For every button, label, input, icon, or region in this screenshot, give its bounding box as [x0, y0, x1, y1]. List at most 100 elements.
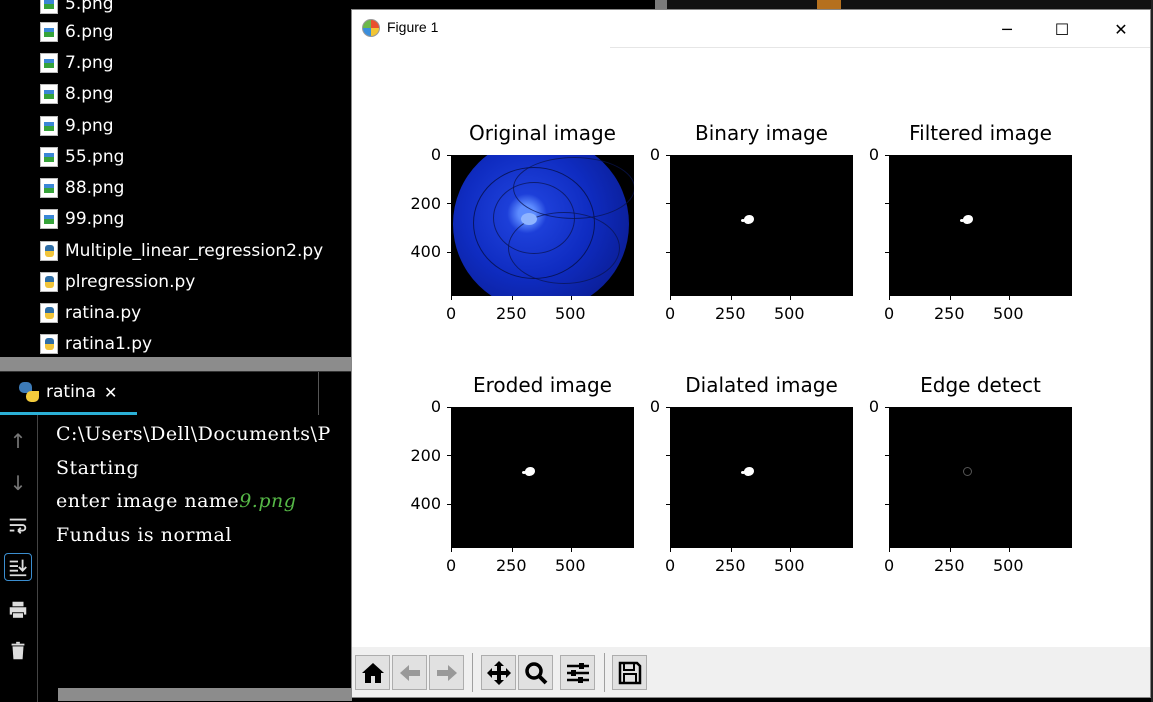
navigation-toolbar	[352, 647, 1150, 697]
file-item[interactable]: 7.png	[40, 48, 114, 78]
project-file-list: 5.png 6.png 7.png 8.png 9.png 55.png 88.…	[0, 0, 352, 357]
tab-label: ratina	[46, 382, 96, 402]
tab-ratina[interactable]: ratina ✕	[0, 372, 137, 416]
pan-button[interactable]	[481, 655, 516, 690]
x-tick-label: 0	[665, 304, 676, 323]
file-name: ratina.py	[65, 303, 142, 323]
optic-disc	[521, 213, 537, 225]
console-line: C:\Users\Dell\Documents\P	[56, 423, 331, 445]
y-tick-label: 400	[410, 494, 441, 513]
x-tick-label: 250	[496, 304, 527, 323]
save-button[interactable]	[612, 655, 647, 690]
toolbar-separator	[472, 653, 473, 692]
edge-image	[889, 407, 1072, 548]
png-file-icon	[40, 209, 58, 229]
python-file-icon	[40, 241, 58, 261]
file-item[interactable]: 88.png	[40, 173, 124, 203]
pan-icon	[486, 660, 511, 685]
y-tick-label: 200	[410, 446, 441, 465]
x-tick-label: 500	[774, 304, 805, 323]
python-icon	[18, 381, 40, 403]
zoom-icon	[524, 661, 547, 684]
python-file-icon	[40, 303, 58, 323]
subplot-title: Edge detect	[920, 373, 1041, 397]
subplot-title: Original image	[469, 121, 616, 145]
close-tab-icon[interactable]: ✕	[104, 383, 117, 402]
configure-subplots-button[interactable]	[560, 655, 595, 690]
toolbar-separator	[604, 653, 605, 692]
python-file-icon	[40, 334, 58, 354]
y-tick-label: 200	[410, 194, 441, 213]
fundus-photo	[453, 155, 634, 296]
file-name: plregression.py	[65, 272, 196, 292]
matplotlib-figure-window: Figure 1 ─ ☐ ✕ Original image 0 200 400 …	[351, 9, 1151, 698]
y-tick-label: 0	[430, 145, 441, 164]
print-icon[interactable]	[4, 596, 32, 624]
console-user-input: 9.png	[239, 490, 297, 512]
window-title: Figure 1	[387, 19, 439, 35]
run-console[interactable]: C:\Users\Dell\Documents\P Starting enter…	[38, 415, 352, 687]
close-button[interactable]: ✕	[1098, 10, 1144, 48]
zoom-button[interactable]	[518, 655, 553, 690]
png-file-icon	[40, 147, 58, 167]
x-tick-label: 500	[993, 556, 1024, 575]
soft-wrap-icon[interactable]	[4, 512, 32, 540]
file-item[interactable]: 8.png	[40, 79, 114, 109]
optic-disc-blob	[960, 215, 973, 224]
x-tick-label: 500	[555, 304, 586, 323]
scroll-up-icon[interactable]: ↑	[4, 427, 32, 455]
file-name: 5.png	[65, 0, 114, 14]
x-tick-label: 0	[665, 556, 676, 575]
dialated-image	[670, 407, 853, 548]
png-file-icon	[40, 178, 58, 198]
file-item[interactable]: ratina1.py	[40, 329, 152, 359]
file-item[interactable]: 6.png	[40, 17, 114, 47]
fundus-image	[451, 155, 634, 296]
forward-button[interactable]	[429, 655, 464, 690]
back-button[interactable]	[392, 655, 427, 690]
x-tick-label: 0	[446, 304, 457, 323]
file-item[interactable]: 9.png	[40, 111, 114, 141]
console-line: Starting	[56, 457, 140, 479]
x-tick-label: 250	[934, 304, 965, 323]
minimize-button[interactable]: ─	[984, 10, 1030, 48]
file-name: 99.png	[65, 209, 125, 229]
file-list-scrollbar[interactable]	[0, 357, 352, 371]
scroll-to-end-icon[interactable]	[4, 553, 32, 581]
file-name: 9.png	[65, 116, 114, 136]
console-toolbar: ↑ ↓	[0, 415, 38, 702]
y-tick-label: 0	[868, 397, 879, 416]
y-tick-label: 0	[649, 397, 660, 416]
console-line: enter image name9.png	[56, 490, 296, 512]
optic-disc-edge	[963, 467, 972, 476]
file-name: Multiple_linear_regression2.py	[65, 241, 324, 261]
trash-icon[interactable]	[4, 637, 32, 665]
maximize-button[interactable]: ☐	[1039, 10, 1085, 48]
subplot-title: Binary image	[695, 121, 828, 145]
x-tick-label: 500	[555, 556, 586, 575]
file-name: 8.png	[65, 84, 114, 104]
run-tab-bar: ratina ✕	[0, 371, 352, 416]
console-scrollbar[interactable]	[58, 688, 352, 701]
file-item[interactable]: 99.png	[40, 204, 124, 234]
subplot-title: Dialated image	[685, 373, 838, 397]
file-name: 55.png	[65, 147, 125, 167]
file-item[interactable]: plregression.py	[40, 267, 195, 297]
configure-subplots-icon	[566, 662, 589, 683]
png-file-icon	[40, 53, 58, 73]
file-item[interactable]: ratina.py	[40, 298, 141, 328]
file-item[interactable]: 55.png	[40, 142, 124, 172]
title-bar[interactable]: Figure 1 ─ ☐ ✕	[352, 10, 1150, 48]
optic-disc-blob	[522, 467, 535, 476]
x-tick-label: 0	[884, 556, 895, 575]
file-name: ratina1.py	[65, 334, 153, 354]
matplotlib-logo-icon	[362, 19, 380, 37]
forward-arrow-icon	[436, 664, 457, 681]
save-icon	[618, 661, 641, 684]
x-tick-label: 0	[446, 556, 457, 575]
back-arrow-icon	[399, 664, 420, 681]
x-tick-label: 250	[934, 556, 965, 575]
file-item[interactable]: Multiple_linear_regression2.py	[40, 236, 323, 266]
home-button[interactable]	[355, 655, 390, 690]
scroll-down-icon[interactable]: ↓	[4, 469, 32, 497]
